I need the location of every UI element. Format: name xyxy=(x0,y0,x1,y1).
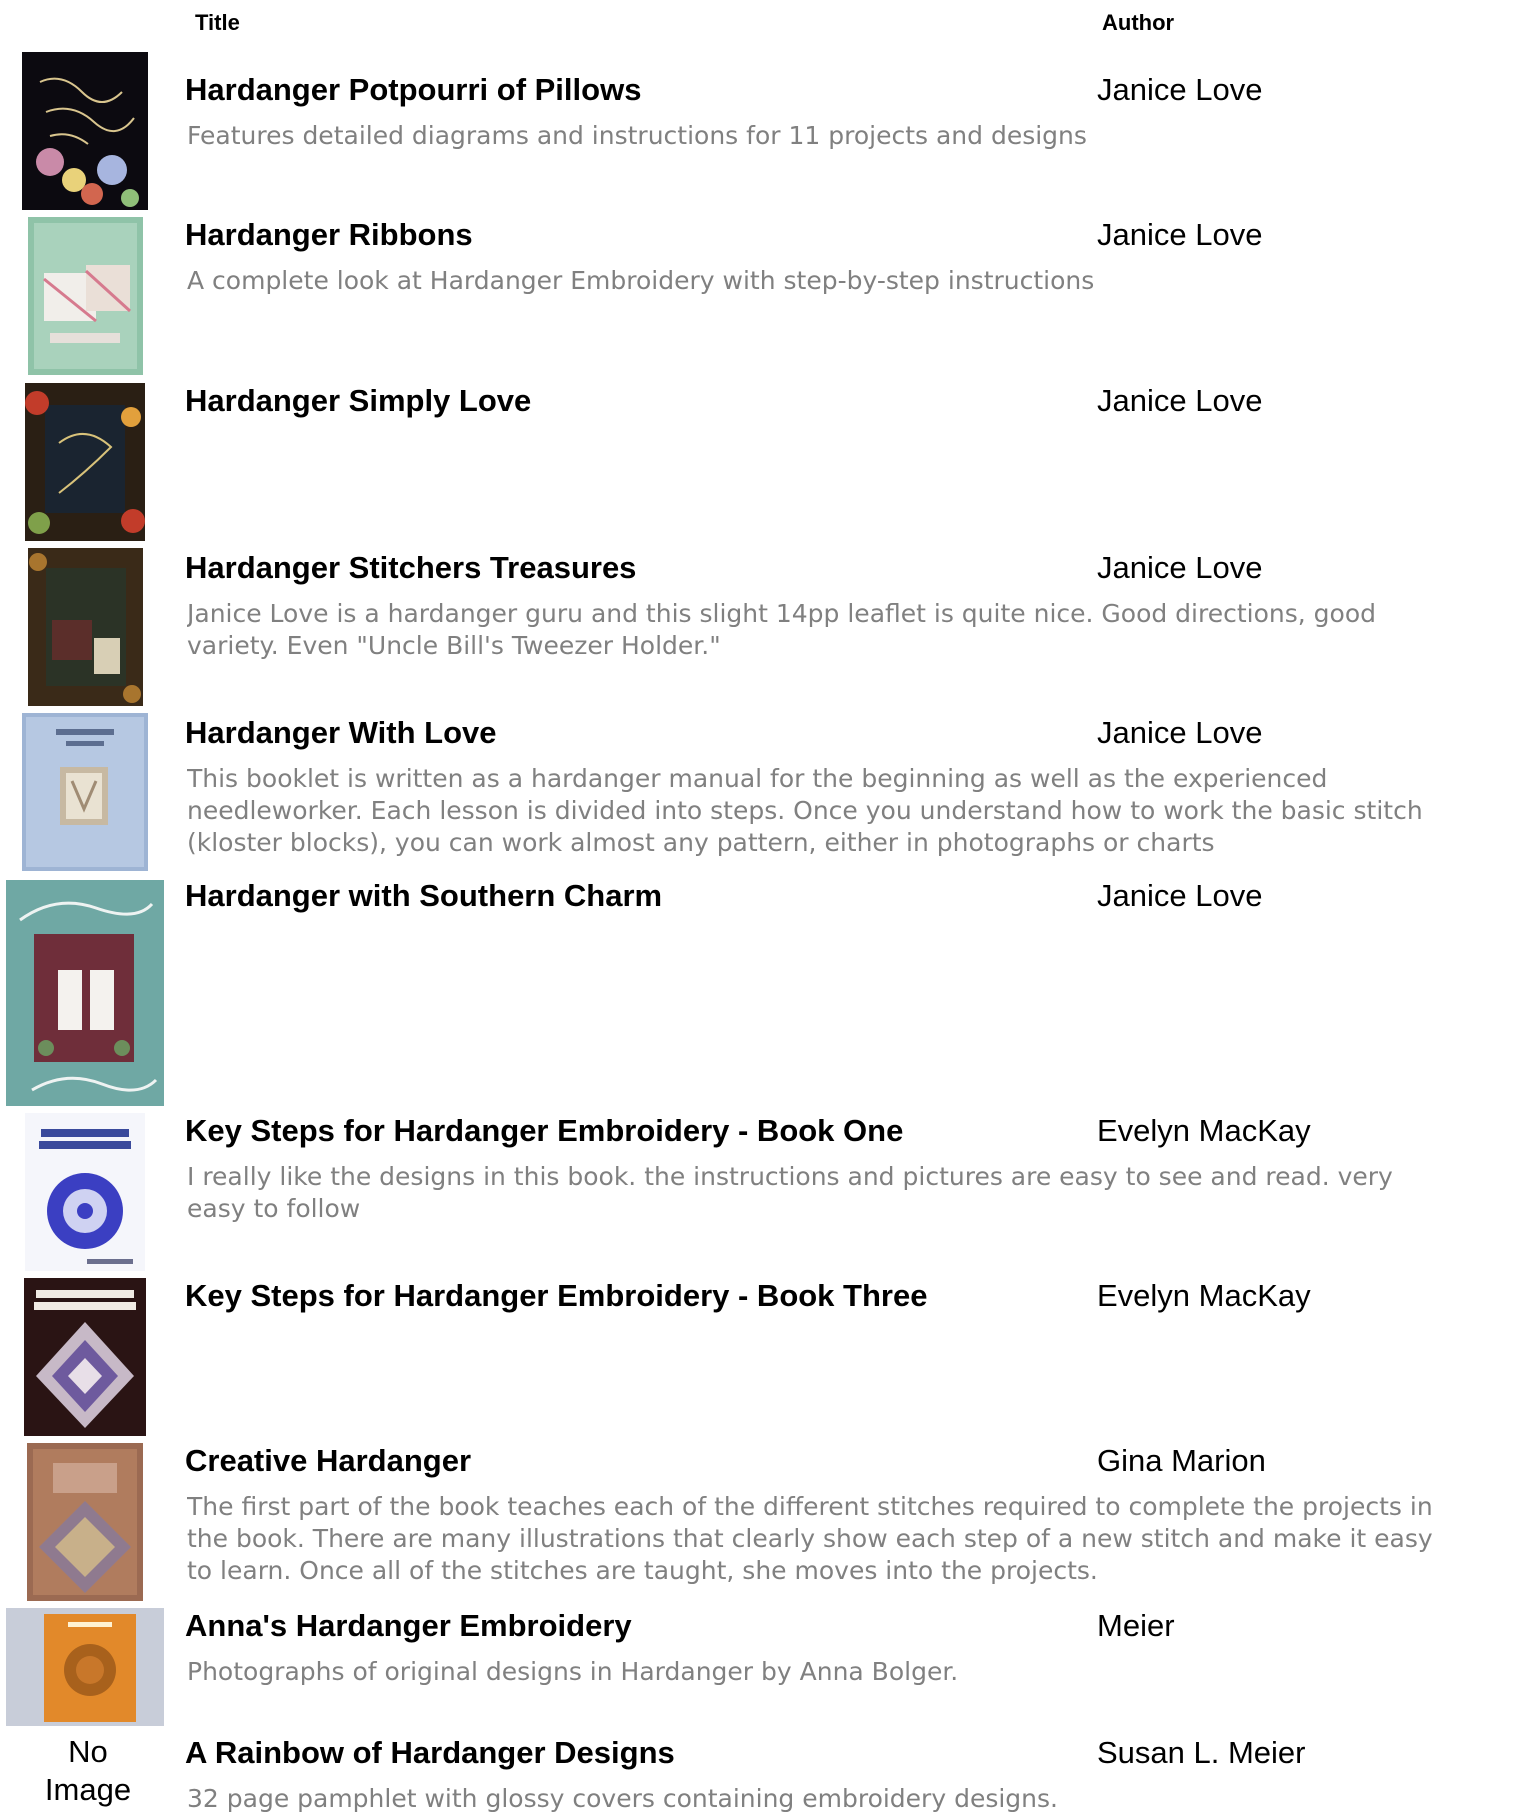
book-cover-image[interactable] xyxy=(25,383,145,541)
book-author: Janice Love xyxy=(1097,878,1263,913)
column-header-title: Title xyxy=(195,10,240,35)
no-image-placeholder: No Image xyxy=(44,1734,132,1807)
book-author: Evelyn MacKay xyxy=(1097,1113,1311,1148)
book-cover-image[interactable] xyxy=(27,1443,143,1601)
book-cover-image[interactable] xyxy=(24,1278,146,1436)
book-description: Photographs of original designs in Harda… xyxy=(187,1657,959,1686)
book-title[interactable]: Key Steps for Hardanger Embroidery - Boo… xyxy=(185,1278,927,1314)
book-title[interactable]: Key Steps for Hardanger Embroidery - Boo… xyxy=(185,1113,903,1149)
book-title[interactable]: Hardanger with Southern Charm xyxy=(185,878,662,914)
book-description: 32 page pamphlet with glossy covers cont… xyxy=(187,1784,1058,1813)
book-cover-image[interactable] xyxy=(28,217,143,375)
book-author: Susan L. Meier xyxy=(1097,1735,1306,1770)
book-author: Janice Love xyxy=(1097,383,1263,418)
book-author: Janice Love xyxy=(1097,550,1263,585)
book-title[interactable]: Hardanger Potpourri of Pillows xyxy=(185,72,641,108)
book-cover-image[interactable] xyxy=(6,880,164,1106)
book-description: This booklet is written as a hardanger m… xyxy=(187,764,1423,857)
book-description: Features detailed diagrams and instructi… xyxy=(187,121,1087,150)
book-author: Meier xyxy=(1097,1608,1175,1643)
book-title[interactable]: Creative Hardanger xyxy=(185,1443,471,1479)
book-description: I really like the designs in this book. … xyxy=(187,1162,1393,1223)
book-author: Janice Love xyxy=(1097,72,1263,107)
book-description: Janice Love is a hardanger guru and this… xyxy=(187,599,1376,660)
book-cover-image[interactable] xyxy=(28,548,143,706)
book-author: Janice Love xyxy=(1097,217,1263,252)
book-title[interactable]: A Rainbow of Hardanger Designs xyxy=(185,1735,675,1771)
book-title[interactable]: Hardanger Simply Love xyxy=(185,383,531,419)
book-description: The first part of the book teaches each … xyxy=(187,1492,1433,1585)
book-title[interactable]: Anna's Hardanger Embroidery xyxy=(185,1608,632,1644)
book-cover-image[interactable] xyxy=(25,1113,145,1271)
book-cover-image[interactable] xyxy=(22,713,148,871)
book-description: A complete look at Hardanger Embroidery … xyxy=(187,266,1095,295)
book-title[interactable]: Hardanger Stitchers Treasures xyxy=(185,550,636,586)
book-author: Gina Marion xyxy=(1097,1443,1266,1478)
book-author: Janice Love xyxy=(1097,715,1263,750)
book-cover-image[interactable] xyxy=(6,1608,164,1726)
book-author: Evelyn MacKay xyxy=(1097,1278,1311,1313)
book-title[interactable]: Hardanger With Love xyxy=(185,715,496,751)
column-header-author: Author xyxy=(1102,10,1175,35)
book-cover-image[interactable] xyxy=(22,52,148,210)
book-title[interactable]: Hardanger Ribbons xyxy=(185,217,473,253)
